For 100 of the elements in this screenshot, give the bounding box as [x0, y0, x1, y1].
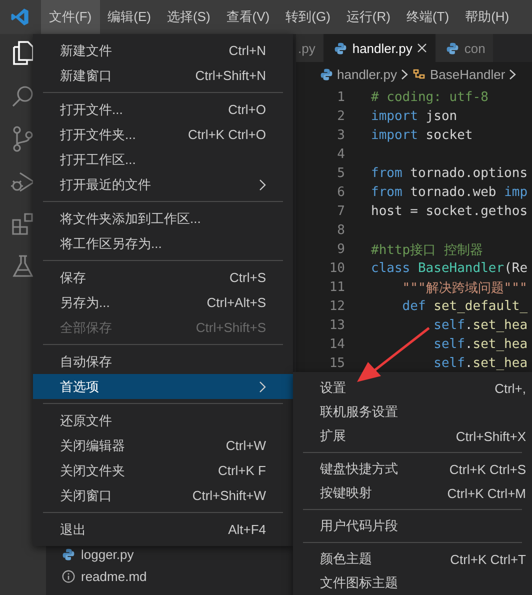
submenu-chevron-icon	[259, 178, 266, 190]
python-file-icon	[320, 68, 333, 80]
line-number: 7	[336, 204, 345, 219]
source-control-icon[interactable]	[11, 126, 35, 152]
code-line: host = socket.gethos	[371, 204, 528, 219]
debug-icon[interactable]	[10, 170, 36, 194]
breadcrumb-item[interactable]: BaseHandler	[430, 66, 506, 82]
menu-bar-item[interactable]: 运行(R)	[338, 0, 398, 34]
shortcut-label: Ctrl+W	[226, 438, 266, 453]
shortcut-label: Ctrl+K Ctrl+O	[188, 127, 266, 142]
shortcut-label: Ctrl+Shift+X	[456, 428, 526, 444]
menu-item[interactable]: 另存为... Ctrl+Alt+S	[33, 290, 293, 315]
line-number: 13	[328, 318, 345, 333]
python-file-icon	[62, 548, 75, 560]
shortcut-label: Ctrl+K Ctrl+S	[449, 462, 526, 476]
menu-item[interactable]: 键盘快捷方式 Ctrl+K Ctrl+S	[293, 457, 532, 481]
line-number: 3	[336, 128, 345, 143]
editor-tab[interactable]: con	[436, 34, 494, 62]
breadcrumb-item[interactable]: handler.py	[337, 66, 397, 82]
shortcut-label: Ctrl+Shift+N	[195, 68, 266, 83]
menu-item[interactable]: 联机服务设置	[293, 400, 532, 424]
shortcut-label: Ctrl+Shift+S	[196, 320, 266, 335]
menu-item[interactable]: 保存 Ctrl+S	[33, 265, 293, 290]
files-icon[interactable]	[11, 40, 35, 66]
editor-tab[interactable]: handler.py	[324, 34, 436, 62]
code-line: import socket	[371, 128, 473, 143]
code-line: import json	[371, 109, 458, 124]
python-file-icon	[446, 42, 460, 54]
chevron-icon	[401, 68, 408, 80]
code-line: self.set_hea	[432, 318, 528, 333]
menu-item[interactable]: 扩展 Ctrl+Shift+X	[293, 424, 532, 448]
menu-item[interactable]: 打开工作区...	[33, 147, 293, 172]
menu-bar-item[interactable]: 转到(G)	[278, 0, 338, 34]
code-line: from tornado.web imp	[371, 185, 528, 200]
line-number: 12	[328, 299, 345, 314]
line-number: 11	[328, 280, 345, 295]
python-file-icon	[334, 42, 348, 54]
editor-tab[interactable]: .py	[296, 34, 324, 62]
code-line: # coding: utf-8	[371, 90, 488, 105]
menu-item[interactable]: 退出 Alt+F4	[33, 517, 293, 542]
menu-item[interactable]: 设置 Ctrl+,	[293, 376, 532, 400]
line-number: 8	[336, 223, 345, 238]
code-line: self.set_hea	[432, 356, 528, 371]
code-line: class BaseHandler(Re	[371, 261, 528, 276]
menu-item[interactable]: 打开文件夹... Ctrl+K Ctrl+O	[33, 122, 293, 147]
shortcut-label: Ctrl+Alt+S	[206, 295, 266, 310]
app-logo-icon	[10, 7, 30, 27]
line-number: 10	[328, 261, 345, 276]
search-icon[interactable]	[11, 84, 35, 108]
code-line: self.set_hea	[432, 337, 528, 352]
shortcut-label: Ctrl+N	[228, 43, 266, 58]
menu-item[interactable]: 将工作区另存为...	[33, 231, 293, 256]
menu-item[interactable]: 打开最近的文件	[33, 172, 293, 197]
menu-item[interactable]: 首选项	[33, 374, 293, 399]
shortcut-label: Ctrl+K F	[218, 463, 266, 478]
menu-bar-item[interactable]: 查看(V)	[218, 0, 278, 34]
line-number: 4	[336, 147, 345, 162]
shortcut-label: Ctrl+K Ctrl+M	[447, 486, 526, 500]
extensions-icon[interactable]	[11, 212, 35, 236]
shortcut-label: Ctrl+S	[230, 270, 266, 285]
info-file-icon	[62, 570, 75, 582]
shortcut-label: Alt+F4	[228, 522, 266, 537]
shortcut-label: Ctrl+,	[494, 380, 526, 396]
shortcut-label: Ctrl+K Ctrl+T	[450, 552, 526, 566]
menu-item[interactable]: 文件图标主题	[293, 571, 532, 595]
menu-item[interactable]: 关闭窗口 Ctrl+Shift+W	[33, 483, 293, 508]
menu-item[interactable]: 关闭文件夹 Ctrl+K F	[33, 458, 293, 483]
code-line: """解决跨域问题"""	[401, 280, 528, 296]
menu-bar-item[interactable]: 编辑(E)	[100, 0, 159, 34]
line-number: 1	[336, 90, 345, 105]
menu-item[interactable]: 新建文件 Ctrl+N	[33, 38, 293, 63]
line-number: 9	[336, 242, 345, 257]
line-number: 5	[336, 166, 345, 181]
shortcut-label: Ctrl+Shift+W	[192, 488, 266, 503]
class-symbol-icon	[412, 67, 426, 81]
menu-item[interactable]: 新建窗口 Ctrl+Shift+N	[33, 63, 293, 88]
menu-item[interactable]: 按键映射 Ctrl+K Ctrl+M	[293, 481, 532, 505]
menu-item[interactable]: 用户代码片段	[293, 514, 532, 538]
file-name[interactable]: logger.py	[81, 546, 134, 562]
menu-item[interactable]: 关闭编辑器 Ctrl+W	[33, 433, 293, 458]
menu-item[interactable]: 颜色主题 Ctrl+K Ctrl+T	[293, 547, 532, 571]
code-line: def set_default_	[401, 299, 528, 314]
code-line: from tornado.options	[371, 166, 528, 181]
line-number: 6	[336, 185, 345, 200]
line-number: 15	[328, 356, 345, 371]
menu-bar-item[interactable]: 帮助(H)	[457, 0, 518, 34]
menu-bar-item[interactable]: 文件(F)	[41, 0, 100, 34]
code-line: #http接口 控制器	[371, 242, 483, 258]
menu-item[interactable]: 将文件夹添加到工作区...	[33, 206, 293, 231]
menu-bar-item[interactable]: 选择(S)	[158, 0, 218, 34]
menu-item[interactable]: 还原文件	[33, 408, 293, 433]
menu-bar-item[interactable]: 终端(T)	[398, 0, 458, 34]
shortcut-label: Ctrl+O	[228, 102, 266, 117]
submenu-chevron-icon	[259, 380, 266, 392]
menu-item[interactable]: 打开文件... Ctrl+O	[33, 97, 293, 122]
file-name[interactable]: readme.md	[81, 568, 147, 584]
close-icon[interactable]	[417, 43, 428, 53]
line-number: 14	[328, 337, 345, 352]
flask-icon[interactable]	[12, 254, 34, 278]
menu-item[interactable]: 自动保存	[33, 349, 293, 374]
